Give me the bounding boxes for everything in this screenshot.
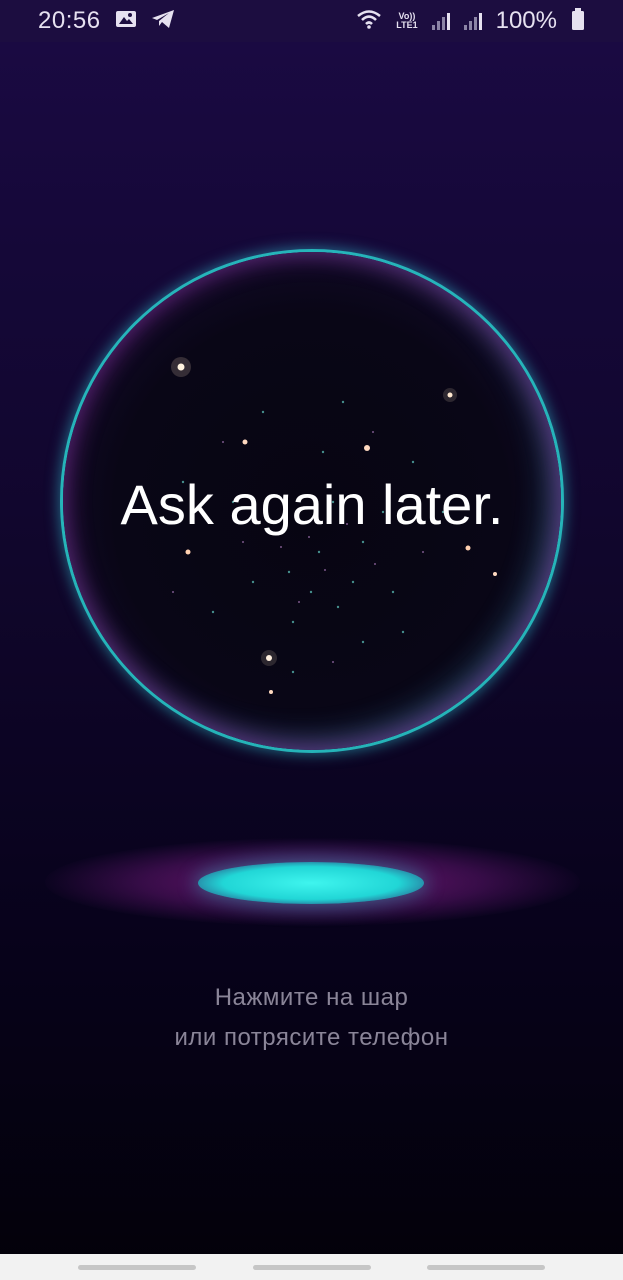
- navigation-bar: [0, 1254, 623, 1280]
- battery-percent: 100%: [495, 7, 557, 34]
- wifi-icon: [356, 9, 382, 34]
- lte-label: LTE1: [396, 20, 418, 30]
- signal-sim2-icon: [463, 12, 482, 30]
- status-right: Vo)) LTE1 100%: [356, 7, 585, 35]
- image-icon: [115, 9, 137, 34]
- battery-icon: [571, 7, 585, 35]
- status-left: 20:56: [38, 7, 175, 35]
- magic-ball[interactable]: Ask again later.: [63, 252, 561, 750]
- volte-indicator: Vo)) LTE1: [396, 12, 417, 30]
- signal-sim1-icon: [431, 12, 450, 30]
- base-glow-inner: [198, 862, 424, 904]
- instruction-line-1: Нажмите на шар: [214, 984, 409, 1011]
- instruction-text: Нажмите на шар или потрясите телефон: [0, 978, 623, 1058]
- nav-recents-button[interactable]: [78, 1264, 196, 1270]
- answer-text: Ask again later.: [120, 473, 504, 536]
- telegram-icon: [151, 9, 175, 34]
- nav-back-button[interactable]: [427, 1264, 545, 1270]
- nav-home-button[interactable]: [252, 1264, 371, 1270]
- status-bar: 20:56 Vo)) LTE1 100%: [0, 0, 623, 42]
- instruction-line-2: или потрясите телефон: [174, 1024, 449, 1051]
- status-time: 20:56: [38, 7, 101, 34]
